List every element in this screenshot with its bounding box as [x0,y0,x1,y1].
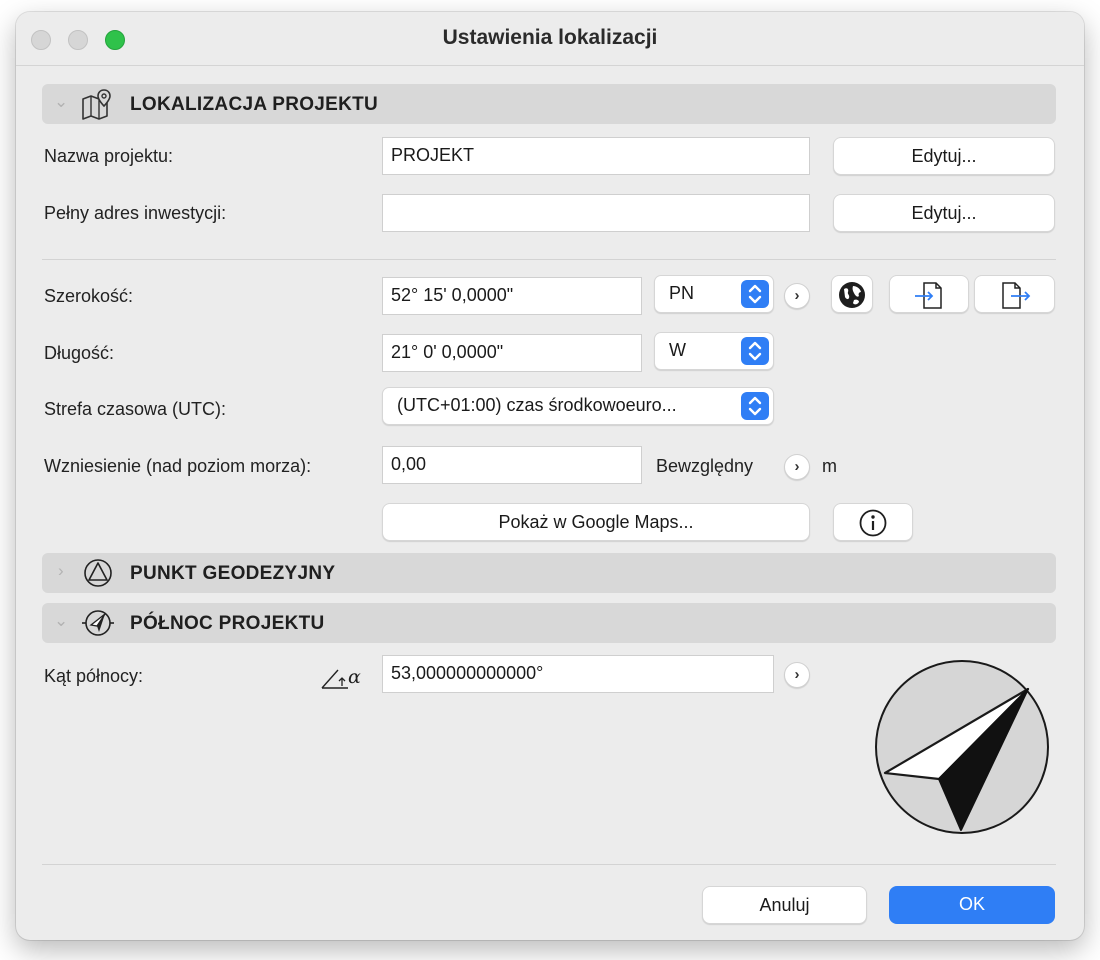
section-header-project-north[interactable]: ⌄ PÓŁNOC PROJEKTU [42,603,1056,643]
section-title: LOKALIZACJA PROJEKTU [130,94,379,115]
ok-button[interactable]: OK [889,886,1055,924]
import-icon [915,282,942,309]
title-bar: Ustawienia lokalizacji [16,12,1084,66]
north-angle-menu-arrow[interactable]: › [784,662,810,688]
north-compass-dial[interactable] [872,657,1052,837]
latitude-label: Szerokość: [44,286,134,306]
export-button[interactable] [974,275,1055,313]
longitude-label: Długość: [44,343,115,363]
project-name-label: Nazwa projektu: [44,146,174,166]
alpha-symbol: α [348,666,361,688]
popup-value: PN [669,283,695,303]
elevation-reference-menu-arrow[interactable]: › [784,454,810,480]
show-google-maps-button[interactable]: Pokaż w Google Maps... [382,503,810,541]
updown-chevron-icon [741,280,769,308]
globe-button[interactable] [831,275,873,313]
info-icon [859,509,887,537]
import-button[interactable] [889,275,969,313]
edit-address-button[interactable]: Edytuj... [833,194,1055,232]
project-name-field[interactable]: PROJEKT [382,137,810,175]
elevation-label: Wzniesienie (nad poziom morza): [44,456,312,476]
location-settings-dialog: Ustawienia lokalizacji ⌄ LOKALIZACJA PRO… [16,12,1084,940]
chevron-down-icon[interactable]: ⌄ [54,611,68,631]
chevron-right-icon[interactable]: › [58,561,64,581]
latitude-field[interactable]: 52° 15' 0,0000" [382,277,642,315]
popup-value: (UTC+01:00) czas środkowoeuro... [397,395,677,415]
section-header-survey-point[interactable]: › PUNKT GEODEZYJNY [42,553,1056,593]
elevation-field[interactable]: 0,00 [382,446,642,484]
timezone-popup[interactable]: (UTC+01:00) czas środkowoeuro... [382,387,774,425]
north-angle-label: Kąt północy: [44,666,144,686]
compass-icon [82,610,114,636]
updown-chevron-icon [741,392,769,420]
elevation-unit: m [822,456,837,476]
globe-icon [839,282,865,308]
angle-icon: α [320,664,370,692]
map-pin-icon [82,89,111,120]
divider [42,864,1056,865]
export-icon [1001,282,1030,309]
section-header-location[interactable]: ⌄ LOKALIZACJA PROJEKTU [42,84,1056,124]
section-title: PUNKT GEODEZYJNY [130,563,336,584]
latitude-menu-arrow[interactable]: › [784,283,810,309]
address-field[interactable] [382,194,810,232]
elevation-reference: Bewzględny [656,456,754,476]
divider [42,259,1056,260]
edit-project-name-button[interactable]: Edytuj... [833,137,1055,175]
north-angle-field[interactable]: 53,000000000000° [382,655,774,693]
popup-value: W [669,340,686,360]
chevron-down-icon[interactable]: ⌄ [54,92,68,112]
longitude-field[interactable]: 21° 0' 0,0000" [382,334,642,372]
address-label: Pełny adres inwestycji: [44,203,227,223]
info-button[interactable] [833,503,913,541]
survey-point-icon [84,559,112,587]
cancel-button[interactable]: Anuluj [702,886,867,924]
section-title: PÓŁNOC PROJEKTU [130,613,325,634]
timezone-label: Strefa czasowa (UTC): [44,399,227,419]
longitude-direction-popup[interactable]: W [654,332,774,370]
updown-chevron-icon [741,337,769,365]
window-title: Ustawienia lokalizacji [442,26,658,49]
latitude-direction-popup[interactable]: PN [654,275,774,313]
